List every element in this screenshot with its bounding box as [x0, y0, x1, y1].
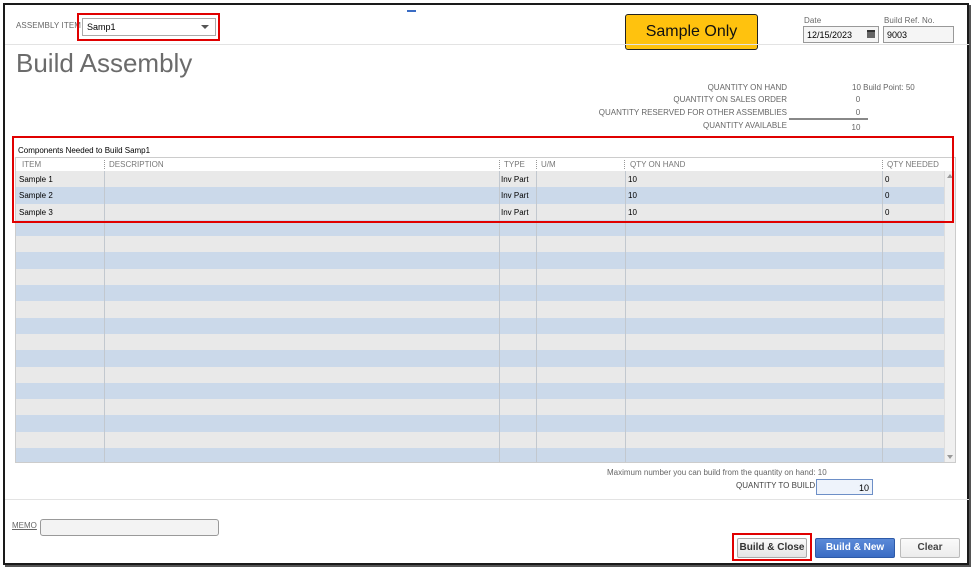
quantity-to-build-label: QUANTITY TO BUILD [736, 481, 816, 490]
assembly-item-label: ASSEMBLY ITEM [16, 21, 82, 30]
max-build-text: Maximum number you can build from the qu… [607, 468, 827, 477]
window-top-marker [407, 10, 416, 12]
table-row-empty[interactable] [16, 333, 946, 351]
table-row-empty[interactable] [16, 268, 946, 286]
build-ref-field[interactable]: 9003 [883, 26, 954, 43]
table-row-empty[interactable] [16, 382, 946, 400]
header-divider [5, 44, 969, 45]
scroll-down-icon[interactable] [947, 455, 953, 459]
footer-divider [5, 499, 969, 500]
build-new-button[interactable]: Build & New [815, 538, 895, 558]
table-row-empty[interactable] [16, 448, 946, 462]
date-label: Date [804, 16, 822, 25]
table-row-empty[interactable] [16, 301, 946, 318]
memo-label: MEMO [12, 521, 37, 530]
table-row-empty[interactable] [16, 399, 946, 416]
clear-button[interactable]: Clear [900, 538, 960, 558]
date-field[interactable]: 12/15/2023 [803, 26, 879, 43]
quantity-on-sales-order-label: QUANTITY ON SALES ORDER [673, 95, 787, 104]
calendar-icon[interactable] [867, 30, 875, 38]
table-row-empty[interactable] [16, 431, 946, 449]
quantity-divider [789, 118, 868, 120]
quantity-on-hand-label: QUANTITY ON HAND [707, 83, 787, 92]
table-row-empty[interactable] [16, 285, 946, 302]
quantity-reserved-value: 0 [855, 108, 861, 117]
table-row-empty[interactable] [16, 350, 946, 367]
quantity-on-sales-order-value: 0 [855, 95, 861, 104]
table-row-empty[interactable] [16, 252, 946, 269]
table-row-empty[interactable] [16, 236, 946, 253]
quantity-available-label: QUANTITY AVAILABLE [702, 121, 787, 130]
table-row-empty[interactable] [16, 366, 946, 383]
table-row-empty[interactable] [16, 415, 946, 432]
quantity-available-value: 10 [851, 123, 861, 132]
quantity-to-build-input[interactable]: 10 [816, 479, 873, 495]
build-close-highlight [732, 533, 812, 561]
page-title: Build Assembly [16, 48, 193, 78]
quantity-on-hand-value: 10 Build Point: 50 [852, 83, 915, 92]
quantity-reserved-label: QUANTITY RESERVED FOR OTHER ASSEMBLIES [598, 108, 787, 117]
assembly-item-highlight [77, 13, 220, 41]
date-value: 12/15/2023 [807, 30, 853, 40]
components-highlight [12, 136, 954, 223]
memo-field[interactable] [40, 519, 219, 536]
build-ref-label: Build Ref. No. [884, 16, 935, 25]
table-row-empty[interactable] [16, 317, 946, 334]
